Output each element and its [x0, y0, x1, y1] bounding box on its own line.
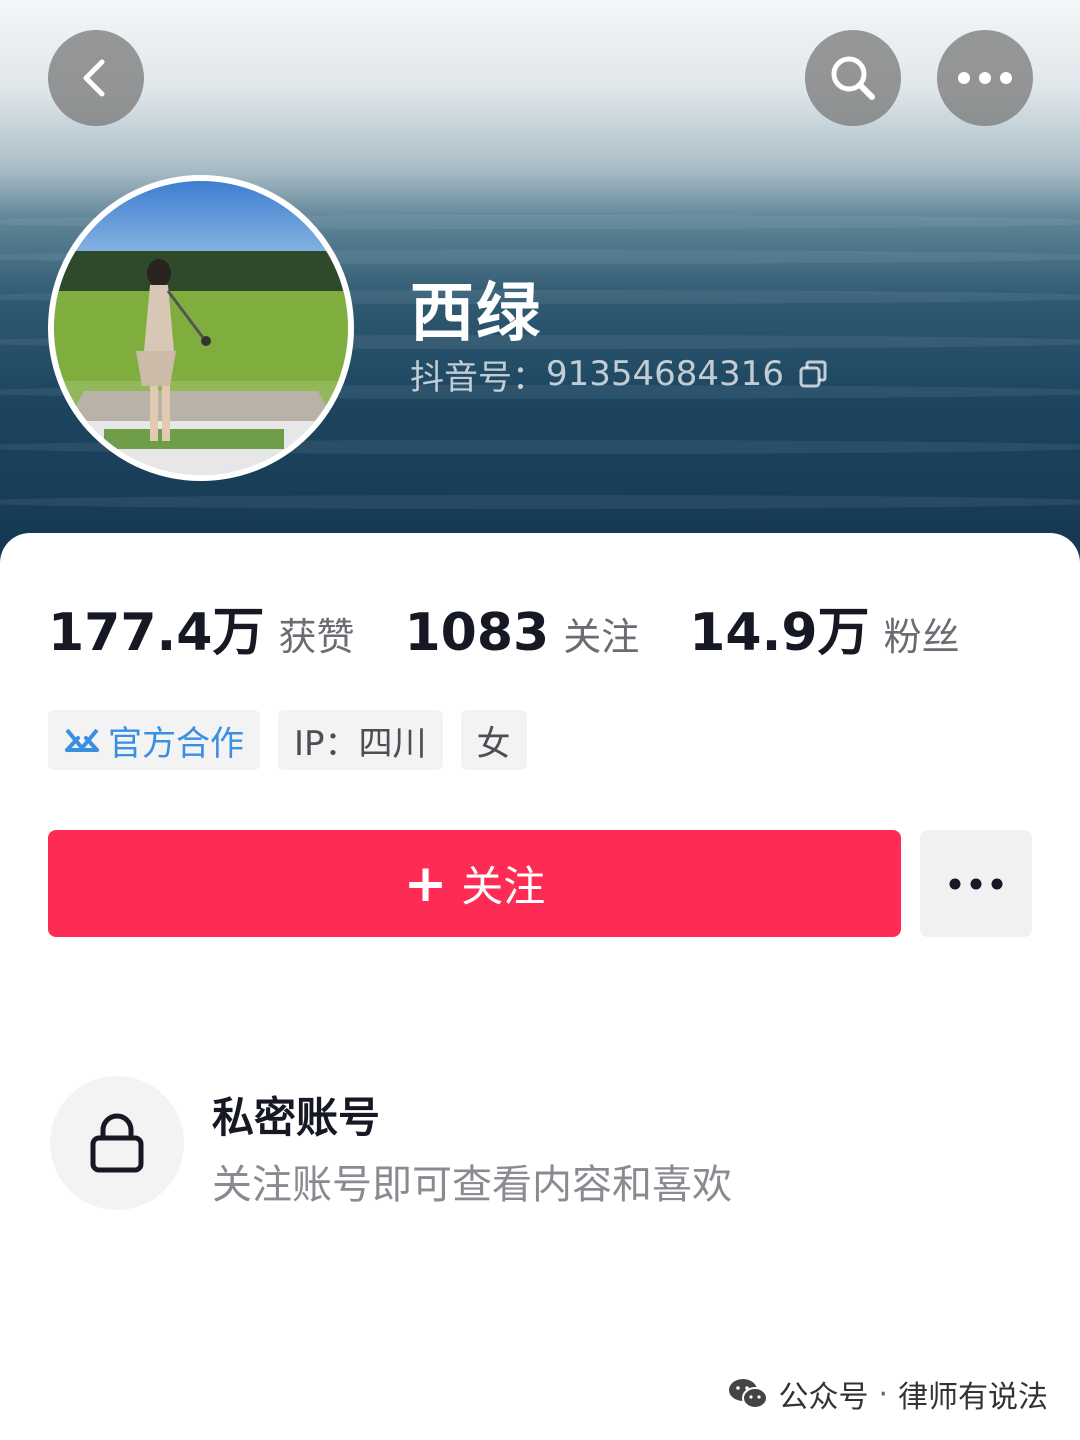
more-options-button[interactable] [937, 30, 1033, 126]
more-dots-icon [949, 878, 1003, 889]
avatar-photo [54, 181, 348, 475]
more-actions-button[interactable] [920, 830, 1032, 937]
more-dots-icon [958, 72, 1012, 84]
profile-page: 西绿 抖音号： 91354684316 177.4万 获赞 1083 关注 14… [0, 0, 1080, 1440]
wechat-watermark: 公众号 · 律师有说法 [728, 1372, 1048, 1416]
search-button[interactable] [805, 30, 901, 126]
douyin-id-value: 91354684316 [546, 354, 784, 394]
official-cooperation-label: 官方合作 [108, 723, 244, 764]
stat-following[interactable]: 1083 关注 [405, 603, 640, 663]
stat-likes[interactable]: 177.4万 获赞 [48, 590, 355, 665]
stat-value: 177.4万 [48, 603, 265, 663]
stat-label: 关注 [563, 615, 640, 659]
private-account-icon-circle [50, 1076, 184, 1210]
sea-wave [0, 495, 1080, 509]
follow-button[interactable]: + 关注 [48, 830, 901, 937]
follow-plus-icon: + [403, 853, 448, 914]
watermark-separator: · [878, 1376, 888, 1412]
stat-label: 粉丝 [883, 615, 960, 659]
nickname: 西绿 [410, 277, 542, 351]
search-icon [831, 56, 875, 100]
gender-tag: 女 [460, 710, 527, 770]
douyin-id-row[interactable]: 抖音号： 91354684316 [410, 352, 828, 398]
stat-followers[interactable]: 14.9万 粉丝 [689, 590, 959, 665]
profile-tags: 官方合作 IP：四川 女 [48, 710, 527, 770]
copy-icon[interactable] [798, 359, 828, 389]
official-cooperation-icon [65, 728, 99, 752]
private-account-description: 关注账号即可查看内容和喜欢 [212, 1162, 732, 1208]
watermark-prefix: 公众号 [778, 1380, 869, 1415]
profile-card [0, 533, 1080, 1440]
back-arrow-icon [83, 59, 105, 97]
follow-button-label: 关注 [461, 862, 546, 911]
private-account-title: 私密账号 [212, 1093, 381, 1142]
stat-value: 1083 [404, 603, 550, 663]
back-button[interactable] [48, 30, 144, 126]
ip-location-tag: IP：四川 [278, 710, 443, 770]
wechat-icon [729, 1379, 769, 1409]
stat-value: 14.9万 [689, 603, 870, 663]
stat-label: 获赞 [278, 615, 355, 659]
stats-row: 177.4万 获赞 1083 关注 14.9万 粉丝 [48, 590, 1010, 663]
lock-icon [90, 1113, 144, 1173]
douyin-id-label: 抖音号： [410, 357, 546, 398]
watermark-name: 律师有说法 [898, 1380, 1048, 1415]
official-cooperation-tag[interactable]: 官方合作 [48, 710, 260, 770]
avatar[interactable] [48, 175, 354, 481]
